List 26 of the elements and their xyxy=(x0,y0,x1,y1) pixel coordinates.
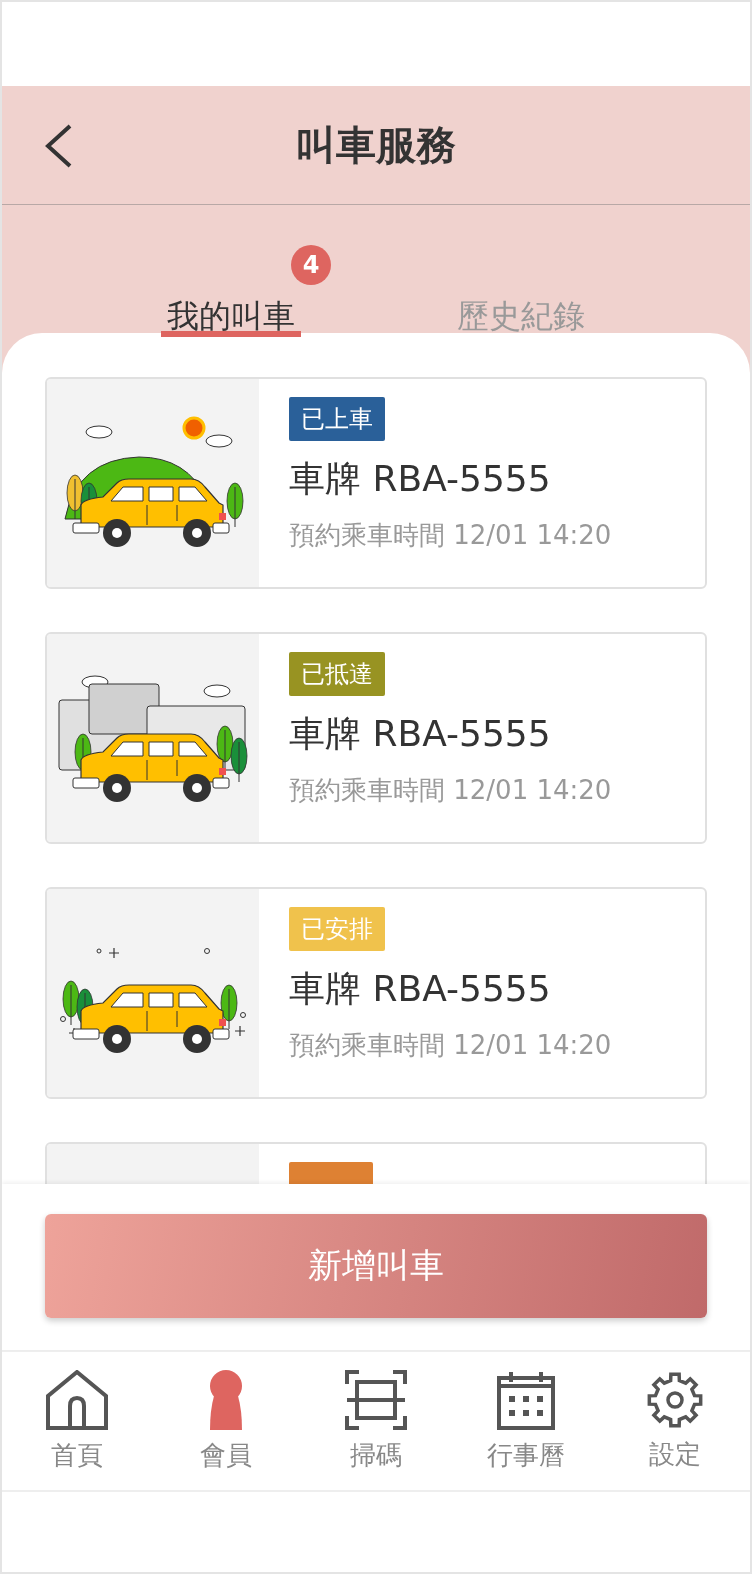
plate-number: 車牌 RBA-5555 xyxy=(289,712,551,756)
calendar-icon xyxy=(496,1369,555,1430)
plate-number: 車牌 RBA-5555 xyxy=(289,967,551,1011)
pickup-time: 預約乘車時間 12/01 14:20 xyxy=(289,774,612,807)
status-badge: 已安排 xyxy=(289,907,385,951)
status-badge: 已抵達 xyxy=(289,652,385,696)
nav-item[interactable]: 設定 xyxy=(615,1370,736,1472)
count-badge: 4 xyxy=(291,245,331,285)
ride-card[interactable]: 已上車 車牌 RBA-5555 預約乘車時間 12/01 14:20 xyxy=(45,377,707,589)
home-icon xyxy=(45,1369,108,1430)
page-title: 叫車服務 xyxy=(296,120,456,170)
nav-item[interactable]: 首頁 xyxy=(16,1369,137,1473)
add-ride-button[interactable]: 新增叫車 xyxy=(45,1214,707,1318)
ride-card[interactable]: 已抵達 車牌 RBA-5555 預約乘車時間 12/01 14:20 xyxy=(45,632,707,844)
person-icon xyxy=(208,1369,245,1430)
nav-item[interactable]: 會員 xyxy=(166,1369,287,1473)
status-badge: 已上車 xyxy=(289,397,385,441)
ride-card[interactable]: 已安排 車牌 RBA-5555 預約乘車時間 12/01 14:20 xyxy=(45,887,707,1099)
plate-number: 車牌 RBA-5555 xyxy=(289,457,551,501)
settings-icon xyxy=(646,1370,705,1429)
scan-icon xyxy=(345,1369,407,1430)
pickup-time: 預約乘車時間 12/01 14:20 xyxy=(289,1029,612,1062)
tab[interactable]: 歷史紀錄 xyxy=(451,245,591,337)
pickup-time: 預約乘車時間 12/01 14:20 xyxy=(289,519,612,552)
nav-item[interactable]: 掃碼 xyxy=(316,1369,436,1473)
nav-item[interactable]: 行事曆 xyxy=(465,1369,586,1473)
